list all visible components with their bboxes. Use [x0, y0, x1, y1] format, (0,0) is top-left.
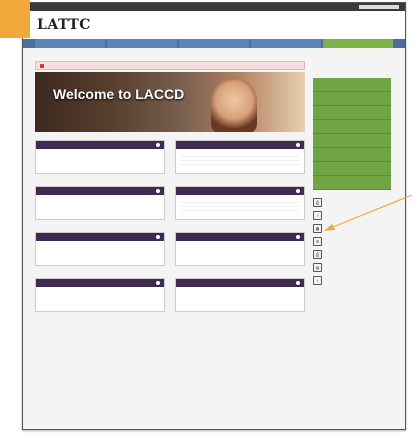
sidebar-button[interactable] — [313, 92, 391, 106]
widget-grid — [35, 140, 305, 324]
widget-header — [176, 233, 304, 241]
widget-body — [176, 287, 304, 311]
widget-body — [36, 149, 164, 173]
calendar-icon: ▦ — [313, 224, 322, 233]
widget-body — [36, 195, 164, 219]
widget — [35, 232, 165, 266]
table-row — [181, 161, 299, 165]
mail-icon: ✉ — [313, 237, 322, 246]
sidebar-button[interactable] — [313, 176, 391, 190]
table-row — [181, 207, 299, 211]
printer-icon: ⎙ — [313, 250, 322, 259]
collapse-icon[interactable] — [156, 235, 160, 239]
widget-body — [36, 287, 164, 311]
widget-header — [36, 187, 164, 195]
widget-header — [36, 141, 164, 149]
widget-body — [176, 149, 304, 173]
collapse-icon[interactable] — [296, 281, 300, 285]
quick-link-info[interactable]: i — [313, 274, 391, 287]
widget-header — [176, 279, 304, 287]
nav-tab-active[interactable] — [323, 39, 393, 48]
sidebar-button[interactable] — [313, 120, 391, 134]
main-nav — [23, 39, 405, 48]
widget-header — [176, 187, 304, 195]
quick-link-mail[interactable]: ✉ — [313, 235, 391, 248]
widget-header — [36, 279, 164, 287]
collapse-icon[interactable] — [156, 281, 160, 285]
collapse-icon[interactable] — [156, 189, 160, 193]
widget-body — [36, 241, 164, 265]
widget — [175, 278, 305, 312]
nav-tab[interactable] — [179, 39, 249, 48]
site-header: LATTC — [23, 11, 405, 39]
printer-icon: ⎙ — [313, 198, 322, 207]
collapse-icon[interactable] — [296, 143, 300, 147]
orange-corner-tab — [0, 0, 30, 38]
sidebar: ⎙ ? ▦ ✉ ⎙ ▤ i — [313, 78, 391, 287]
help-icon: ? — [313, 211, 322, 220]
search-input[interactable] — [359, 5, 399, 9]
widget-body — [176, 195, 304, 219]
sidebar-button[interactable] — [313, 106, 391, 120]
quick-link-print-2[interactable]: ⎙ — [313, 248, 391, 261]
sidebar-button[interactable] — [313, 148, 391, 162]
info-icon: i — [313, 276, 322, 285]
banner-title: Welcome to LACCD — [53, 86, 185, 102]
nav-tab[interactable] — [35, 39, 105, 48]
widget — [175, 186, 305, 220]
callout-arrow — [324, 194, 413, 231]
widget — [175, 140, 305, 174]
alert-banner — [35, 61, 305, 70]
nav-tab[interactable] — [107, 39, 177, 48]
collapse-icon[interactable] — [296, 235, 300, 239]
document-icon: ▤ — [313, 263, 322, 272]
alert-icon — [40, 63, 44, 68]
widget-body — [176, 241, 304, 265]
widget — [175, 232, 305, 266]
sidebar-button[interactable] — [313, 162, 391, 176]
widget — [35, 186, 165, 220]
nav-tab[interactable] — [251, 39, 321, 48]
right-column — [175, 140, 305, 324]
main-content: Welcome to LACCD — [35, 61, 305, 324]
widget-header — [176, 141, 304, 149]
collapse-icon[interactable] — [296, 189, 300, 193]
welcome-banner: Welcome to LACCD — [35, 72, 305, 132]
left-column — [35, 140, 165, 324]
collapse-icon[interactable] — [156, 143, 160, 147]
breadcrumb — [23, 48, 405, 52]
site-logo[interactable]: LATTC — [37, 17, 91, 33]
utility-bar — [23, 3, 405, 11]
sidebar-button[interactable] — [313, 78, 391, 92]
widget-header — [36, 233, 164, 241]
student-photo — [211, 78, 257, 132]
widget — [35, 278, 165, 312]
widget — [35, 140, 165, 174]
sidebar-button[interactable] — [313, 134, 391, 148]
quick-link-document[interactable]: ▤ — [313, 261, 391, 274]
